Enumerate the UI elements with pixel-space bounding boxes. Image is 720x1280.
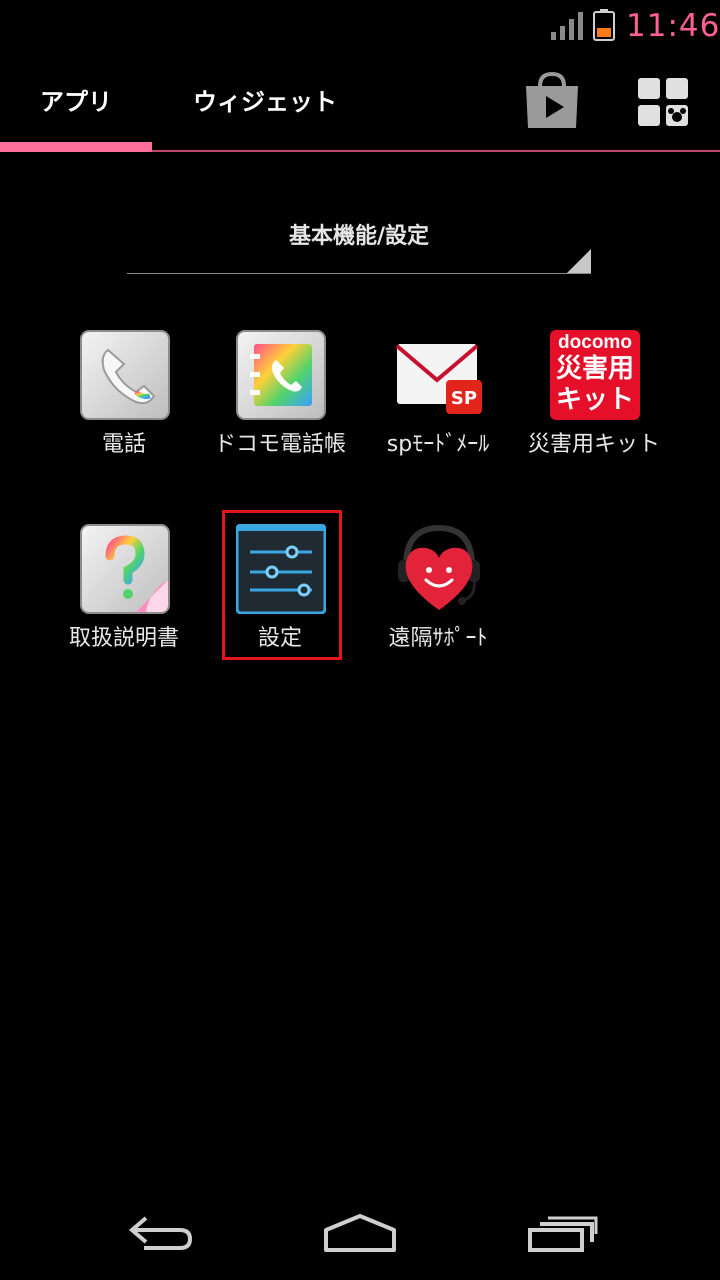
signal-icon: [551, 12, 583, 40]
app-label: ドコモ電話帳: [213, 432, 346, 457]
manual-icon: [80, 524, 170, 614]
recents-icon[interactable]: [526, 1206, 598, 1262]
app-label: 電話: [101, 432, 146, 457]
tab-widgets[interactable]: ウィジェット: [193, 80, 343, 124]
app-docomo-phonebook[interactable]: ドコモ電話帳: [200, 330, 360, 480]
app-grid-menu-icon[interactable]: [636, 76, 690, 128]
app-label: 災害用キット: [527, 432, 660, 457]
remote-support-icon: [398, 524, 480, 610]
home-icon[interactable]: [322, 1206, 398, 1262]
phone-icon: [80, 330, 170, 420]
dropdown-corner-icon: [567, 249, 591, 273]
app-label: 取扱説明書: [68, 626, 179, 651]
disaster-kit-icon-text: 災害用キット: [555, 354, 634, 415]
tab-apps[interactable]: アプリ: [40, 80, 120, 124]
sp-mode-mail-icon: SP: [395, 344, 482, 414]
app-remote-support[interactable]: 遠隔ｻﾎﾟｰﾄ: [358, 524, 518, 674]
app-sp-mode-mail[interactable]: SP spﾓｰﾄﾞﾒｰﾙ: [358, 330, 518, 480]
status-bar: 11:46: [0, 0, 720, 50]
app-label: 遠隔ｻﾎﾟｰﾄ: [388, 626, 488, 651]
docomo-logo-text: docomo: [558, 332, 632, 353]
app-label: spﾓｰﾄﾞﾒｰﾙ: [386, 432, 490, 457]
phonebook-icon: [236, 330, 326, 420]
back-icon[interactable]: [124, 1206, 196, 1262]
app-phone[interactable]: 電話: [44, 330, 204, 480]
tab-selected-indicator: [0, 142, 152, 152]
highlight-box: [222, 510, 342, 660]
category-dropdown[interactable]: 基本機能/設定: [127, 210, 591, 274]
status-clock: 11:46: [626, 8, 720, 44]
battery-icon: [593, 9, 615, 41]
app-drawer-screen: 11:46 アプリ ウィジェット 基本機能/設定 電話 ドコモ電話帳 SP sp…: [0, 0, 720, 1280]
disaster-kit-icon: docomo 災害用キット: [550, 330, 640, 420]
app-disaster-kit[interactable]: docomo 災害用キット 災害用キット: [514, 330, 674, 480]
category-label: 基本機能/設定: [288, 224, 430, 249]
svg-text:SP: SP: [451, 388, 477, 409]
app-manual[interactable]: 取扱説明書: [44, 524, 204, 674]
play-store-icon[interactable]: [522, 72, 582, 130]
